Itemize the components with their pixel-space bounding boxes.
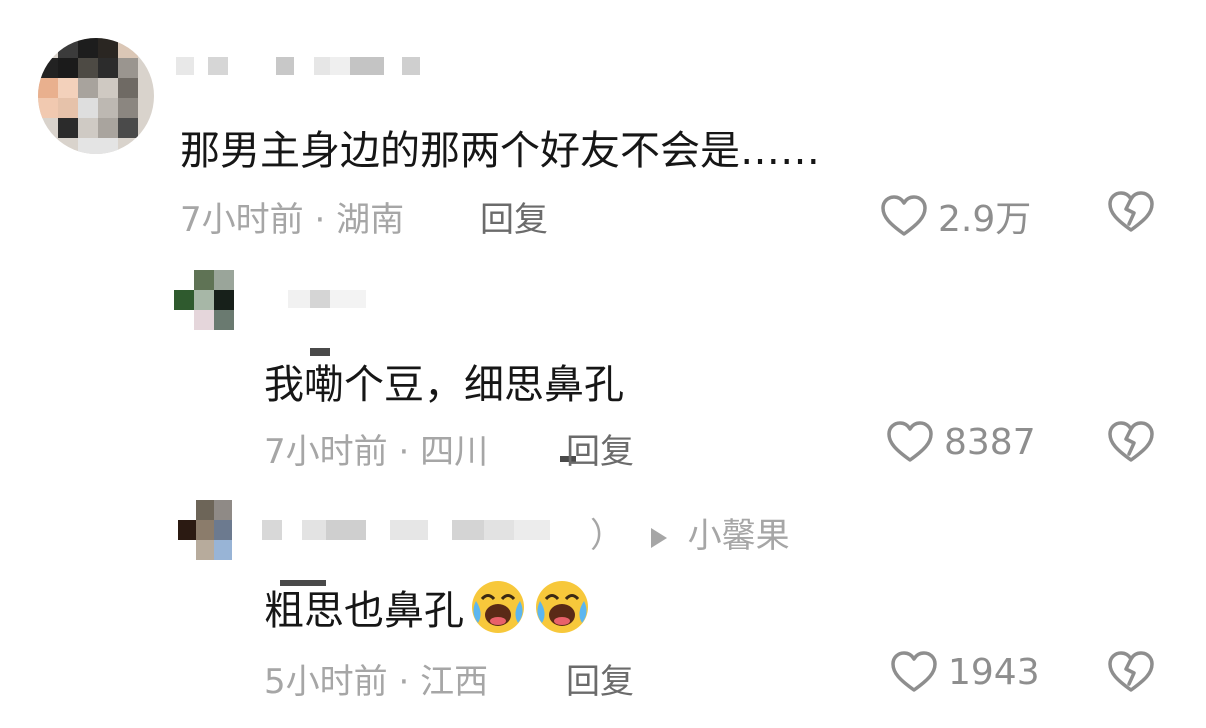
reply-time: 5小时前: [264, 662, 388, 702]
meta-separator: ·: [398, 432, 410, 472]
like-button[interactable]: 2.9万: [880, 190, 1031, 242]
reply-location: 四川: [420, 432, 489, 472]
reply-avatar[interactable]: [174, 270, 234, 330]
reply-avatar[interactable]: [178, 500, 232, 560]
commenter-name-redacted[interactable]: [176, 57, 420, 75]
comment-meta: 7小时前 · 湖南: [180, 192, 404, 241]
like-button[interactable]: 1943: [890, 650, 1040, 694]
comment-text: 那男主身边的那两个好友不会是……: [180, 128, 820, 174]
reply-text-row: 粗思也鼻孔: [264, 578, 592, 636]
reply-author-name-redacted[interactable]: [262, 520, 550, 540]
crying-laughing-emoji: [536, 581, 588, 633]
reply-to-name[interactable]: 小馨果: [688, 516, 790, 556]
reply-button[interactable]: 回复: [566, 424, 634, 473]
play-triangle-icon: [650, 527, 667, 548]
like-button[interactable]: 8387: [886, 420, 1036, 464]
reply-time: 7小时前: [264, 432, 388, 472]
reply-meta: 5小时前 · 江西: [264, 654, 488, 703]
reply-button[interactable]: 回复: [480, 192, 548, 241]
meta-separator: ·: [314, 200, 326, 240]
broken-heart-icon[interactable]: [1107, 190, 1155, 234]
reply-to-suffix: ）: [590, 516, 624, 556]
reply-meta: 7小时前 · 四川: [264, 424, 488, 473]
like-count: 8387: [944, 421, 1036, 463]
reply-button[interactable]: 回复: [566, 654, 634, 703]
broken-heart-icon[interactable]: [1107, 650, 1155, 694]
crying-laughing-emoji: [472, 581, 524, 633]
like-count: 2.9万: [938, 199, 1032, 240]
comment-location: 湖南: [336, 200, 405, 240]
heart-outline-icon: [891, 651, 937, 692]
reply-to-label: ） 小馨果: [590, 508, 790, 557]
heart-outline-icon: [881, 195, 927, 236]
reply-author-name-redacted[interactable]: [288, 290, 366, 308]
meta-separator: ·: [398, 662, 410, 702]
broken-heart-icon[interactable]: [1107, 420, 1155, 464]
commenter-avatar[interactable]: [38, 38, 154, 154]
like-count: 1943: [948, 651, 1040, 693]
heart-outline-icon: [887, 421, 933, 462]
comment-time: 7小时前: [180, 200, 304, 240]
reply-text: 我嘞个豆，细思鼻孔: [264, 362, 624, 408]
reply-location: 江西: [420, 662, 489, 702]
reply-text: 粗思也鼻孔: [264, 588, 464, 634]
